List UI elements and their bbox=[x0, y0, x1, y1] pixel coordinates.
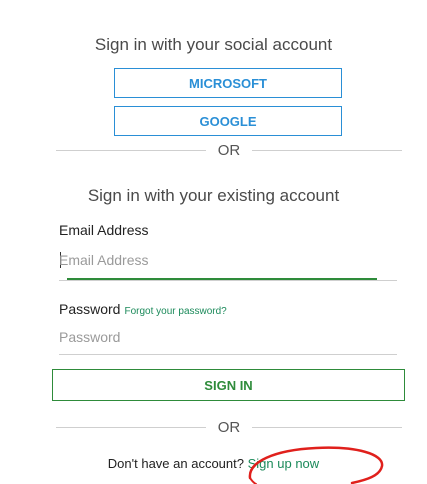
divider-line bbox=[252, 426, 402, 428]
sign-in-button[interactable]: SIGN IN bbox=[52, 369, 405, 401]
or-text: OR bbox=[217, 418, 241, 436]
divider-line bbox=[56, 149, 206, 151]
password-underline bbox=[59, 354, 397, 355]
signup-prompt: Don't have an account? bbox=[107, 456, 244, 471]
email-label: Email Address bbox=[59, 222, 149, 238]
password-input[interactable] bbox=[59, 325, 397, 349]
divider-line bbox=[56, 426, 206, 428]
or-divider: OR bbox=[56, 417, 402, 437]
divider-line bbox=[252, 149, 402, 151]
email-input[interactable] bbox=[59, 248, 397, 272]
email-underline bbox=[59, 280, 397, 281]
microsoft-button[interactable]: MICROSOFT bbox=[114, 68, 342, 98]
local-signin-heading: Sign in with your existing account bbox=[87, 186, 340, 205]
or-text: OR bbox=[217, 141, 241, 159]
social-signin-heading: Sign in with your social account bbox=[94, 35, 333, 54]
google-button[interactable]: GOOGLE bbox=[114, 106, 342, 136]
forgot-password-link[interactable]: Forgot your password? bbox=[124, 306, 226, 317]
or-divider: OR bbox=[56, 140, 402, 160]
password-label-row: Password Forgot your password? bbox=[59, 301, 227, 319]
annotation-circle bbox=[248, 446, 384, 484]
password-label: Password bbox=[59, 301, 121, 317]
